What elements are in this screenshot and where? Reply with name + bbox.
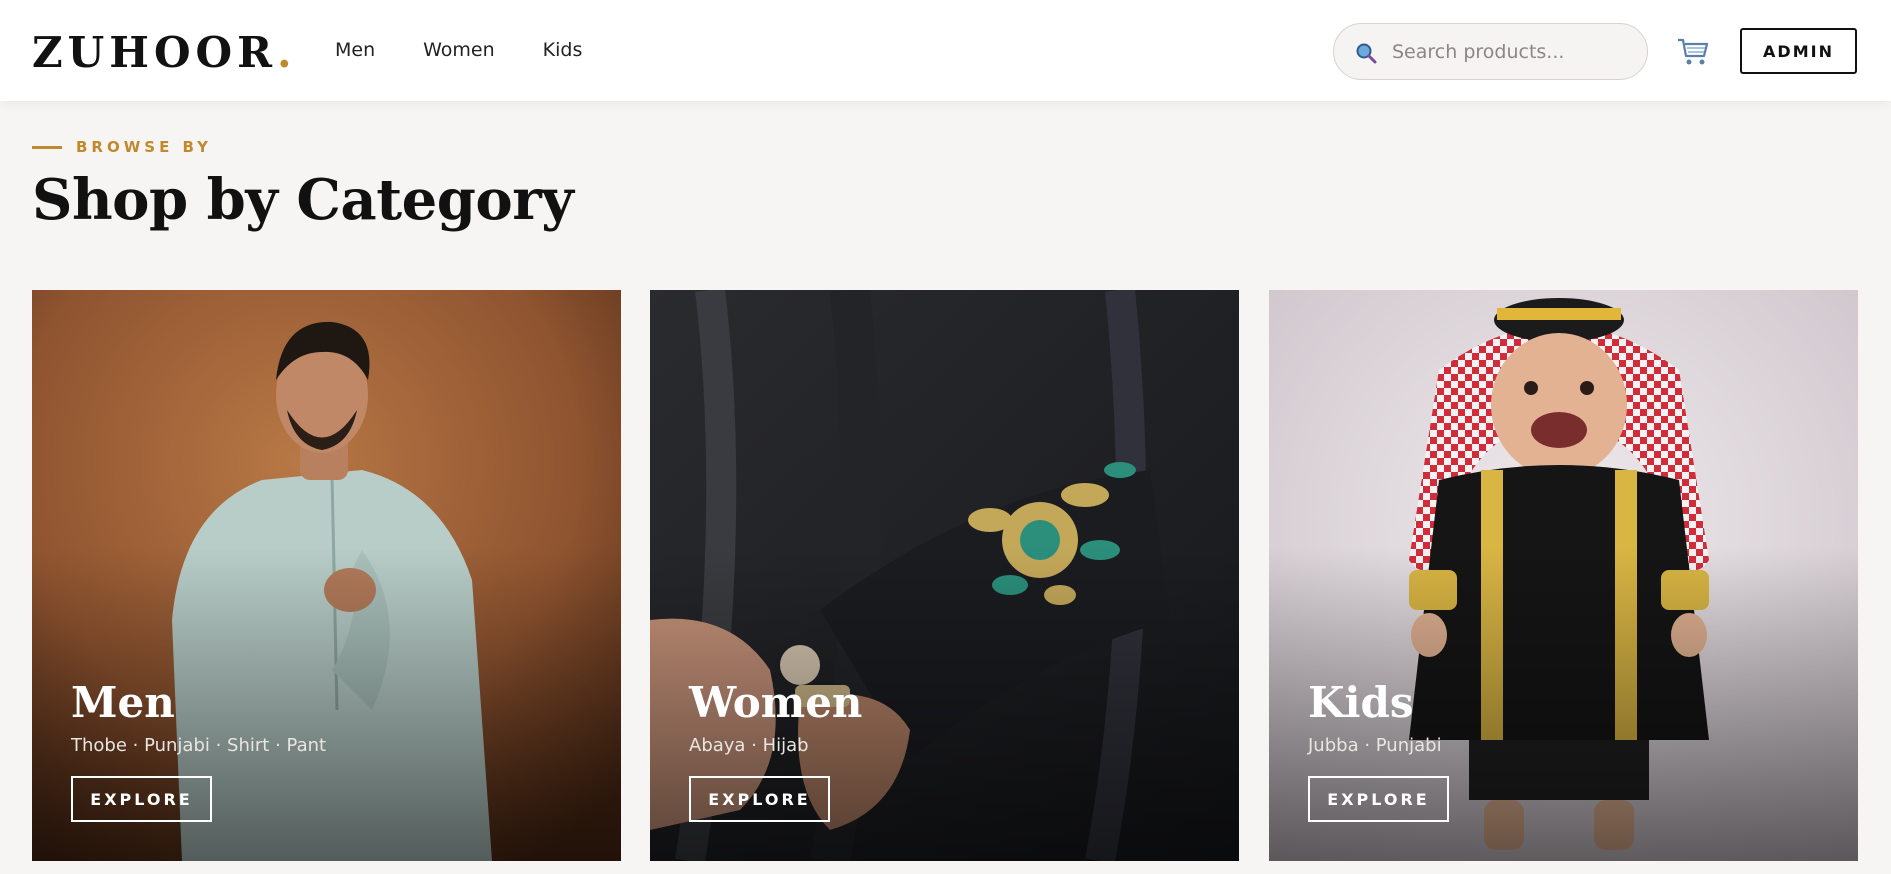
search-bar[interactable]: [1333, 23, 1648, 80]
category-subtitle: Jubba · Punjabi: [1308, 735, 1442, 756]
category-title: Kids: [1308, 678, 1414, 727]
explore-women-button[interactable]: EXPLORE: [689, 776, 830, 822]
brand-dot: .: [277, 28, 297, 77]
brand-name: ZUHOOR: [32, 28, 278, 77]
search-input[interactable]: [1392, 36, 1632, 68]
nav-item-men[interactable]: Men: [335, 36, 375, 64]
brand-logo[interactable]: ZUHOOR.: [32, 28, 297, 78]
eyebrow-line: [32, 145, 62, 149]
explore-men-button[interactable]: EXPLORE: [71, 776, 212, 822]
eyebrow-label: BROWSE BY: [76, 138, 213, 156]
shopping-cart-icon[interactable]: [1676, 36, 1712, 68]
category-card-kids[interactable]: Kids Jubba · Punjabi EXPLORE: [1269, 290, 1858, 861]
category-title: Men: [71, 678, 175, 727]
magnifier-icon: [1356, 43, 1377, 64]
section-eyebrow: BROWSE BY: [32, 138, 212, 156]
category-subtitle: Thobe · Punjabi · Shirt · Pant: [71, 735, 327, 756]
section-title: Shop by Category: [32, 167, 574, 233]
nav-item-women[interactable]: Women: [423, 36, 495, 64]
site-header: ZUHOOR. Men Women Kids ADMIN: [0, 0, 1891, 101]
category-title: Women: [689, 678, 863, 727]
category-subtitle: Abaya · Hijab: [689, 735, 809, 756]
admin-button[interactable]: ADMIN: [1740, 28, 1857, 74]
explore-kids-button[interactable]: EXPLORE: [1308, 776, 1449, 822]
nav-item-kids[interactable]: Kids: [543, 36, 583, 64]
category-card-women[interactable]: Women Abaya · Hijab EXPLORE: [650, 290, 1239, 861]
main-nav: Men Women Kids: [335, 36, 582, 64]
category-card-men[interactable]: Men Thobe · Punjabi · Shirt · Pant EXPLO…: [32, 290, 621, 861]
